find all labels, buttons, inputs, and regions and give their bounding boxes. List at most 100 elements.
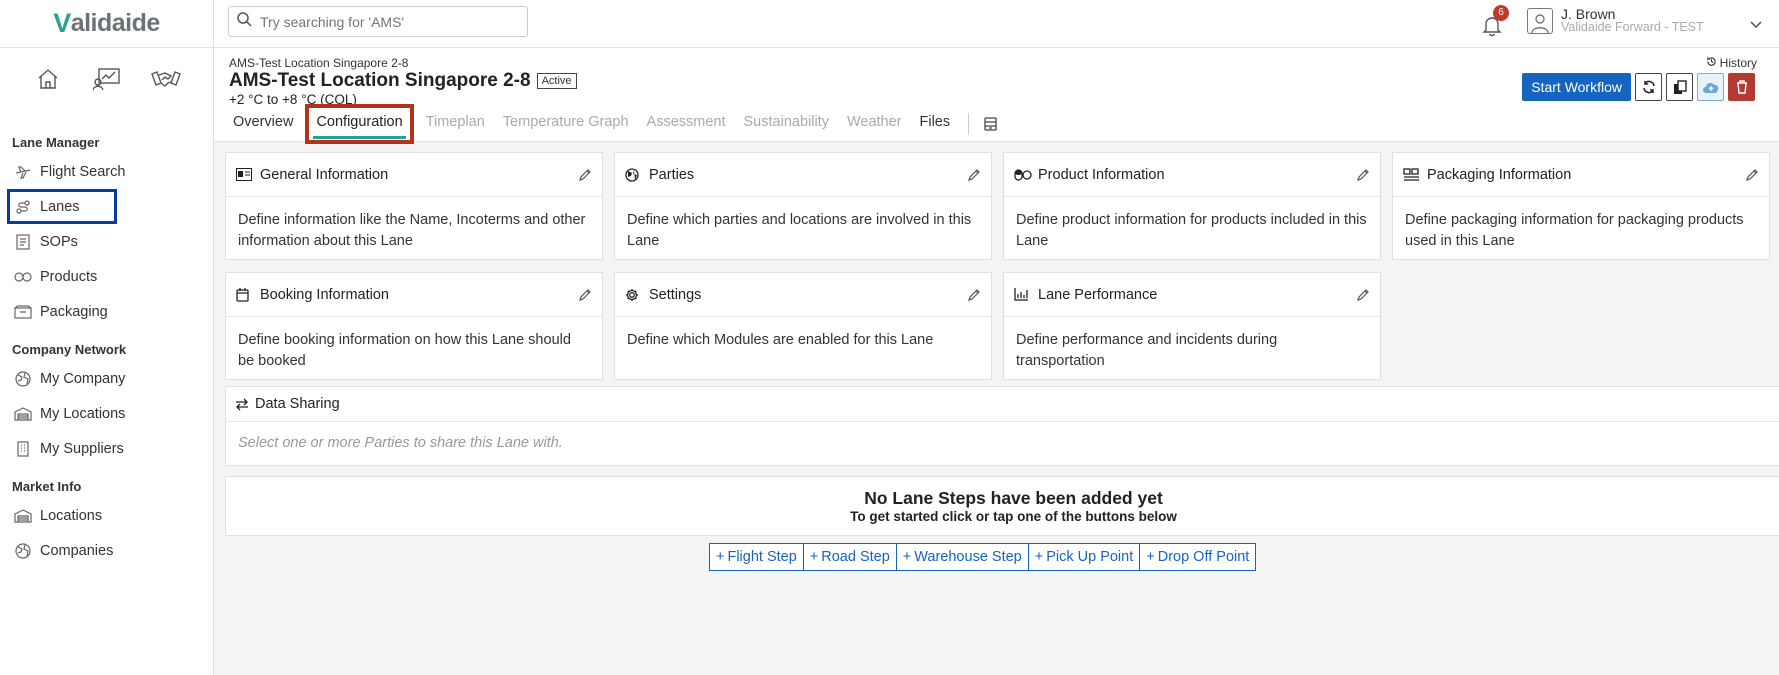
document-icon: [14, 233, 32, 251]
card-title: Settings: [649, 286, 702, 303]
sidebar-item-products[interactable]: Products: [0, 259, 213, 294]
sidebar-item-packaging[interactable]: Packaging: [0, 294, 213, 329]
history-icon: [1706, 56, 1717, 70]
card-title: General Information: [260, 166, 389, 183]
page-title: AMS-Test Location Singapore 2-8: [229, 70, 531, 91]
sidebar-item-label: My Suppliers: [40, 440, 124, 457]
add-drop-off-point-button[interactable]: + Drop Off Point: [1139, 543, 1257, 571]
sidebar-item-my-locations[interactable]: My Locations: [0, 396, 213, 431]
add-flight-step-button[interactable]: + Flight Step: [709, 543, 804, 571]
tab-temperature-graph[interactable]: Temperature Graph: [494, 106, 638, 142]
status-badge: Active: [536, 73, 577, 89]
history-label: History: [1719, 56, 1757, 70]
dashboard-icon[interactable]: [90, 62, 124, 96]
pencil-icon[interactable]: [1356, 168, 1370, 182]
sidebar-item-my-company[interactable]: My Company: [0, 361, 213, 396]
button-label: Flight Step: [727, 549, 797, 565]
data-sharing-panel: Data Sharing Select one or more Parties …: [225, 386, 1779, 466]
empty-state-title: No Lane Steps have been added yet: [864, 488, 1163, 508]
quick-nav: [0, 48, 213, 118]
plus-icon: +: [1146, 549, 1155, 565]
card-product-information: Product Information Define product infor…: [1003, 152, 1381, 260]
card-description: Define product information for products …: [1016, 212, 1367, 249]
sidebar-item-locations[interactable]: Locations: [0, 498, 213, 533]
sidebar-item-label: Products: [40, 268, 98, 285]
search-box[interactable]: [228, 6, 528, 37]
gear-icon: [625, 287, 643, 303]
pencil-icon[interactable]: [1356, 288, 1370, 302]
chevron-down-icon[interactable]: [1750, 16, 1762, 34]
sidebar-item-companies[interactable]: Companies: [0, 533, 213, 568]
warehouse-icon: [14, 507, 32, 525]
sidebar-item-sops[interactable]: SOPs: [0, 224, 213, 259]
card-general-information: General Information Define information l…: [225, 152, 603, 260]
breadcrumb[interactable]: AMS-Test Location Singapore 2-8: [229, 56, 408, 70]
boxes-icon: [1403, 167, 1421, 183]
party-select[interactable]: Select one or more Parties to share this…: [226, 422, 1779, 464]
sidebar-item-label: Locations: [40, 507, 103, 524]
pencil-icon[interactable]: [967, 168, 981, 182]
copy-button[interactable]: [1666, 73, 1693, 101]
pencil-icon[interactable]: [1745, 168, 1759, 182]
nav-section-company-network: Company Network: [12, 342, 127, 357]
card-settings: Settings Define which Modules are enable…: [614, 272, 992, 380]
user-menu[interactable]: J. Brown Validaide Forward - TEST: [1527, 7, 1704, 34]
sidebar-item-flight-search[interactable]: Flight Search: [0, 154, 213, 189]
sidebar-item-label: My Locations: [40, 405, 126, 422]
cloud-upload-icon: [1702, 82, 1718, 93]
tab-overview[interactable]: Overview: [224, 106, 302, 142]
card-title: Booking Information: [260, 286, 389, 303]
globe-icon: [14, 370, 32, 388]
building-icon: [14, 440, 32, 458]
sidebar-item-my-suppliers[interactable]: My Suppliers: [0, 431, 213, 466]
history-link[interactable]: History: [1706, 56, 1757, 70]
pencil-icon[interactable]: [967, 288, 981, 302]
tab-files[interactable]: Files: [911, 106, 960, 142]
pencil-icon[interactable]: [578, 168, 592, 182]
logo-mark: V: [53, 8, 71, 38]
sidebar-item-label: My Company: [40, 370, 126, 387]
card-description: Define which parties and locations are i…: [627, 212, 972, 249]
logo[interactable]: Validaide: [0, 0, 213, 48]
airplane-icon: [14, 163, 32, 181]
nav-section-market-info: Market Info: [12, 479, 82, 494]
delete-button[interactable]: [1728, 73, 1755, 101]
tab-weather[interactable]: Weather: [838, 106, 911, 142]
pencil-icon[interactable]: [578, 288, 592, 302]
card-description: Define packaging information for packagi…: [1405, 212, 1744, 249]
cloud-upload-button[interactable]: [1697, 73, 1724, 101]
lane-steps-empty-state: No Lane Steps have been added yet To get…: [225, 476, 1779, 536]
add-warehouse-step-button[interactable]: + Warehouse Step: [895, 543, 1029, 571]
add-pick-up-point-button[interactable]: + Pick Up Point: [1027, 543, 1141, 571]
tab-layout-toggle[interactable]: [978, 116, 1003, 131]
plus-icon: +: [902, 549, 912, 565]
plus-icon: +: [1034, 549, 1044, 565]
search-input[interactable]: [260, 13, 520, 30]
refresh-button[interactable]: [1635, 73, 1662, 101]
card-title: Packaging Information: [1427, 166, 1572, 183]
card-parties: Parties Define which parties and locatio…: [614, 152, 992, 260]
calendar-icon: [236, 287, 254, 303]
sidebar-item-label: Lanes: [40, 198, 80, 215]
sidebar: Validaide Lane Manager Flight Search Lan…: [0, 0, 214, 675]
tab-assessment[interactable]: Assessment: [638, 106, 735, 142]
tab-configuration[interactable]: Configuration: [305, 103, 414, 144]
card-description: Define booking information on how this L…: [238, 332, 571, 369]
card-title: Parties: [649, 166, 695, 183]
handshake-icon[interactable]: [149, 62, 183, 96]
button-label: Pick Up Point: [1046, 549, 1134, 565]
add-road-step-button[interactable]: + Road Step: [802, 543, 897, 571]
sidebar-item-lanes[interactable]: Lanes: [7, 189, 117, 224]
start-workflow-button[interactable]: Start Workflow: [1522, 73, 1631, 101]
warehouse-icon: [14, 405, 32, 423]
pills-icon: [14, 268, 32, 286]
tab-timeplan[interactable]: Timeplan: [417, 106, 494, 142]
plus-icon: +: [716, 549, 725, 565]
search-icon: [237, 11, 252, 32]
home-icon[interactable]: [31, 62, 65, 96]
main-content: AMS-Test Location Singapore 2-8 History …: [214, 48, 1779, 675]
exchange-icon: [235, 398, 249, 411]
tab-sustainability[interactable]: Sustainability: [735, 106, 838, 142]
globe-icon: [14, 542, 32, 560]
button-label: Road Step: [821, 549, 890, 565]
